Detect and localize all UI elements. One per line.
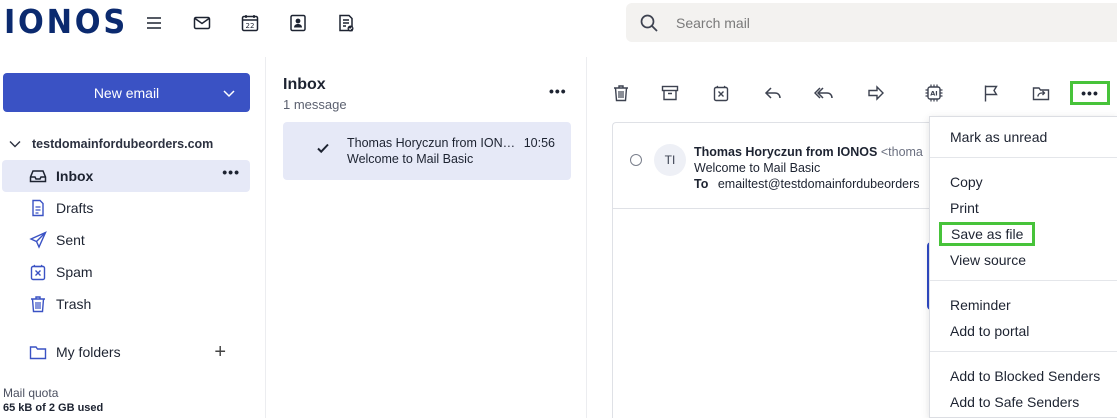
ai-chip-icon: AI <box>925 84 943 102</box>
list-more-button[interactable]: ••• <box>549 83 567 99</box>
tasks-icon[interactable] <box>335 12 357 34</box>
ai-assistant-button[interactable]: AI <box>921 80 947 106</box>
inbox-icon <box>28 166 48 186</box>
new-email-label: New email <box>93 84 160 101</box>
inbox-more-button[interactable]: ••• <box>222 164 240 180</box>
sender-address: <thoma <box>880 145 923 159</box>
ionos-logo[interactable]: IONOS <box>4 5 128 39</box>
menu-item-add-to-portal[interactable]: Add to portal <box>950 323 1029 339</box>
forward-arrow-icon <box>868 85 884 101</box>
trash-icon <box>614 85 628 102</box>
account-name: testdomainfordubeorders.com <box>32 137 214 151</box>
message-time: 10:56 <box>523 136 555 150</box>
menu-divider <box>930 351 1117 352</box>
reply-all-button[interactable] <box>811 80 837 106</box>
archive-icon <box>661 85 679 101</box>
sidebar-item-my-folders[interactable]: My folders + <box>2 336 250 368</box>
menu-item-view-source[interactable]: View source <box>950 252 1026 268</box>
contacts-icon[interactable] <box>287 12 309 34</box>
sidebar-item-trash[interactable]: Trash <box>2 288 250 320</box>
reply-icon <box>764 87 781 99</box>
search-input[interactable] <box>676 14 1076 31</box>
message-list: Inbox 1 message ••• Thomas Horyczun from… <box>267 57 587 418</box>
menu-item-add-safe-senders[interactable]: Add to Safe Senders <box>950 394 1079 410</box>
message-subject: Welcome to Mail Basic <box>347 152 474 166</box>
mail-quota-used: 65 kB of 2 GB used <box>3 402 104 414</box>
sidebar-item-label: My folders <box>56 344 121 360</box>
spam-icon <box>713 85 729 102</box>
sidebar-item-label: Spam <box>56 264 93 280</box>
chevron-down-icon <box>9 141 21 148</box>
reply-button[interactable] <box>760 80 786 106</box>
sidebar-item-drafts[interactable]: Drafts <box>2 192 250 224</box>
flag-icon <box>984 85 998 102</box>
sidebar-item-label: Drafts <box>56 200 94 216</box>
trash-icon <box>28 294 48 314</box>
svg-text:22: 22 <box>246 22 255 30</box>
top-bar: IONOS 22 <box>0 0 1117 48</box>
list-title: Inbox <box>283 76 326 93</box>
recipient-line: To emailtest@testdomainfordubeorders <box>694 177 920 191</box>
menu-item-reminder[interactable]: Reminder <box>950 297 1011 313</box>
more-actions-menu: Mark as unread Copy Print Save as file V… <box>929 116 1117 418</box>
mail-quota-label: Mail quota <box>3 386 59 400</box>
menu-item-mark-unread[interactable]: Mark as unread <box>950 129 1047 145</box>
move-button[interactable] <box>1028 80 1054 106</box>
sidebar-item-sent[interactable]: Sent <box>2 224 250 256</box>
spam-button[interactable] <box>708 80 734 106</box>
to-label: To <box>694 177 709 191</box>
sent-icon <box>28 230 48 250</box>
flag-button[interactable] <box>978 80 1004 106</box>
sidebar-item-label: Inbox <box>56 168 94 184</box>
menu-divider <box>930 157 1117 158</box>
spam-icon <box>28 262 48 282</box>
search-bar[interactable] <box>626 3 1117 42</box>
sender-display-name: Thomas Horyczun from IONOS <box>694 145 878 159</box>
account-toggle[interactable]: testdomainfordubeorders.com <box>8 137 213 151</box>
move-folder-icon <box>1032 87 1050 101</box>
select-radio[interactable] <box>630 154 642 166</box>
menu-divider <box>930 280 1117 281</box>
sidebar-item-inbox[interactable]: Inbox ••• <box>2 160 250 192</box>
sender-name: Thomas Horyczun from IONOS <thoma <box>694 145 923 159</box>
chevron-down-icon[interactable] <box>214 73 244 112</box>
folder-sidebar: New email testdomainfordubeorders.com In… <box>0 57 266 418</box>
sidebar-item-spam[interactable]: Spam <box>2 256 250 288</box>
calendar-icon[interactable]: 22 <box>239 12 261 34</box>
message-sender: Thomas Horyczun from IONOS <box>347 136 517 150</box>
archive-button[interactable] <box>657 80 683 106</box>
list-item[interactable]: Thomas Horyczun from IONOS 10:56 Welcome… <box>283 122 571 180</box>
add-folder-button[interactable]: + <box>214 341 226 364</box>
menu-item-print[interactable]: Print <box>950 200 979 216</box>
hamburger-menu-icon[interactable] <box>143 12 165 34</box>
delete-button[interactable] <box>608 80 634 106</box>
message-count: 1 message <box>283 97 347 112</box>
folder-icon <box>28 342 48 362</box>
more-actions-button[interactable]: ••• <box>1070 81 1110 105</box>
new-email-button[interactable]: New email <box>3 73 250 112</box>
menu-item-add-blocked-senders[interactable]: Add to Blocked Senders <box>950 368 1100 384</box>
drafts-icon <box>28 198 48 218</box>
svg-text:AI: AI <box>930 90 937 98</box>
sidebar-item-label: Sent <box>56 232 85 248</box>
menu-item-copy[interactable]: Copy <box>950 174 983 190</box>
checkmark-icon[interactable] <box>316 141 330 155</box>
forward-button[interactable] <box>863 80 889 106</box>
sidebar-item-label: Trash <box>56 296 92 312</box>
avatar: TI <box>654 144 686 176</box>
search-icon <box>638 12 660 34</box>
mail-icon[interactable] <box>191 12 213 34</box>
email-subject: Welcome to Mail Basic <box>694 161 821 175</box>
reply-all-icon <box>814 87 833 99</box>
menu-item-save-as-file[interactable]: Save as file <box>939 222 1036 246</box>
recipient-address: emailtest@testdomainfordubeorders <box>717 177 920 191</box>
